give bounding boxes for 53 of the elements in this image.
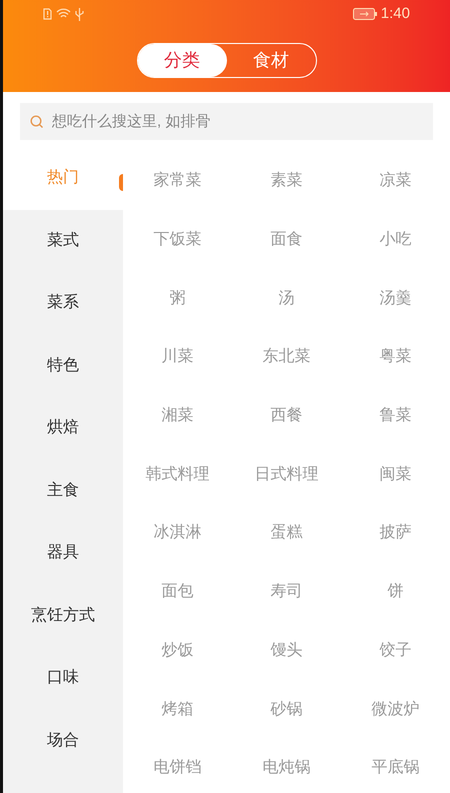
sim-alert-icon — [43, 8, 52, 20]
sidebar-item[interactable]: 热门 — [3, 147, 123, 210]
sidebar-item[interactable]: 主食 — [3, 460, 123, 522]
sidebar-item[interactable]: 菜系 — [3, 272, 123, 334]
search-field[interactable]: 想吃什么搜这里, 如排骨 — [20, 103, 433, 140]
sidebar-item[interactable]: 菜式 — [3, 210, 123, 272]
category-item[interactable]: 韩式料理 — [146, 462, 210, 487]
category-item[interactable]: 家常菜 — [154, 169, 202, 194]
selection-indicator — [119, 174, 123, 191]
category-item[interactable]: 面食 — [270, 228, 302, 252]
wifi-icon — [56, 8, 71, 20]
category-item[interactable]: 冰淇淋 — [154, 521, 202, 546]
battery-charging-icon — [352, 8, 377, 20]
category-item[interactable]: 凉菜 — [380, 169, 412, 194]
sidebar-item[interactable]: 烘焙 — [3, 397, 123, 460]
category-item[interactable]: 汤羹 — [380, 286, 412, 311]
sidebar-item[interactable]: 烹饪方式 — [3, 584, 123, 647]
tab[interactable]: 食材 — [226, 44, 316, 76]
clock-time: 1:40 — [380, 4, 410, 24]
category-item[interactable]: 披萨 — [380, 521, 412, 546]
category-item[interactable]: 川菜 — [162, 345, 194, 370]
category-item[interactable]: 饼 — [388, 580, 404, 604]
category-item[interactable]: 烤箱 — [162, 698, 194, 722]
category-item[interactable]: 西餐 — [270, 404, 302, 428]
category-item[interactable]: 微波炉 — [372, 698, 420, 722]
category-item[interactable]: 寿司 — [270, 580, 302, 604]
category-item[interactable]: 素菜 — [270, 169, 302, 194]
tab[interactable]: 分类 — [138, 44, 226, 76]
category-item[interactable]: 馒头 — [270, 638, 302, 663]
category-item[interactable]: 面包 — [162, 580, 194, 604]
usb-icon — [75, 8, 84, 20]
sidebar-item[interactable]: 特色 — [3, 334, 123, 397]
category-item[interactable]: 汤 — [278, 286, 294, 311]
category-item[interactable]: 蛋糕 — [270, 521, 302, 546]
category-item[interactable]: 砂锅 — [270, 698, 302, 722]
category-item[interactable]: 鲁菜 — [380, 404, 412, 428]
category-item[interactable]: 电饼铛 — [154, 756, 202, 780]
sidebar-item[interactable]: 口味 — [3, 647, 123, 710]
category-item[interactable]: 东北菜 — [262, 345, 310, 370]
category-item[interactable]: 下饭菜 — [154, 228, 202, 252]
category-item[interactable]: 炒饭 — [162, 638, 194, 663]
sidebar-item[interactable]: 场合 — [3, 710, 123, 772]
category-item[interactable]: 饺子 — [380, 638, 412, 663]
category-item[interactable]: 粥 — [170, 286, 186, 311]
sidebar-item[interactable]: 器具 — [3, 522, 123, 584]
category-item[interactable]: 小吃 — [380, 228, 412, 252]
category-item[interactable]: 日式料理 — [254, 462, 318, 487]
category-item[interactable]: 电炖锅 — [262, 756, 310, 780]
category-item[interactable]: 平底锅 — [372, 756, 420, 780]
category-item[interactable]: 湘菜 — [162, 404, 194, 428]
search-icon — [30, 115, 44, 129]
category-item[interactable]: 粤菜 — [380, 345, 412, 370]
category-item[interactable]: 闽菜 — [380, 462, 412, 487]
